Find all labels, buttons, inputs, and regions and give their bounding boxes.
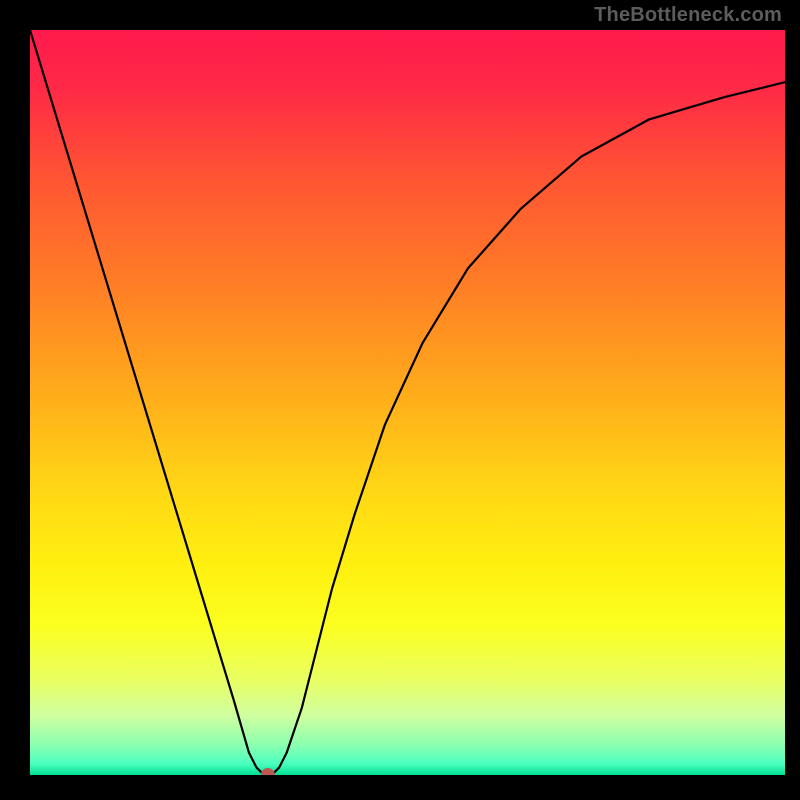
plot-area bbox=[30, 30, 785, 775]
chart-container: TheBottleneck.com bbox=[0, 0, 800, 800]
chart-svg bbox=[30, 30, 785, 775]
watermark-text: TheBottleneck.com bbox=[594, 4, 782, 27]
